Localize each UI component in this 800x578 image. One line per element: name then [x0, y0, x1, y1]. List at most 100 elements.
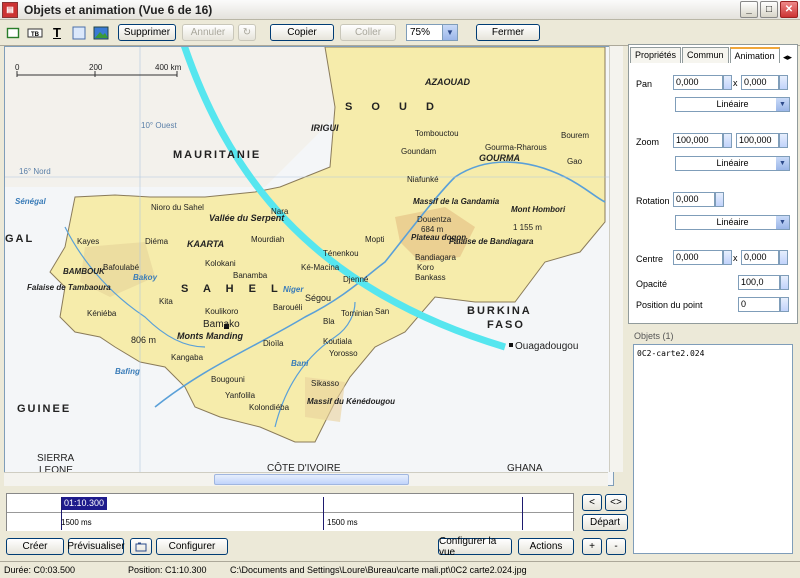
- image-tool-icon[interactable]: [92, 24, 110, 42]
- maximize-button[interactable]: □: [760, 1, 778, 18]
- zoom-value: 75%: [410, 27, 431, 38]
- place-yorosso: Yorosso: [329, 349, 358, 358]
- scrollbar-thumb[interactable]: [214, 474, 409, 485]
- redo-button[interactable]: ↻: [238, 24, 256, 41]
- place-kolondieba: Kolondiéba: [249, 403, 290, 412]
- tab-commun[interactable]: Commun: [682, 47, 729, 63]
- remove-button[interactable]: -: [606, 538, 626, 555]
- depart-button[interactable]: Départ: [582, 514, 628, 531]
- window-controls: _ □ ✕: [740, 1, 798, 18]
- frame-tool-icon[interactable]: [70, 24, 88, 42]
- place-mont-hombori: Mont Hombori: [511, 205, 566, 214]
- river-senegal: Sénégal: [15, 197, 46, 206]
- place-bougouni: Bougouni: [211, 375, 245, 384]
- configurer-button[interactable]: Configurer: [156, 538, 228, 555]
- zoom-select[interactable]: 75% ▼: [406, 24, 458, 41]
- rotation-spinner[interactable]: [715, 192, 724, 207]
- place-hombori-alt: 1 155 m: [513, 223, 542, 232]
- objects-list[interactable]: 0C2-carte2.024: [633, 344, 793, 554]
- place-bankass: Bankass: [415, 273, 446, 282]
- place-monts-manding: Monts Manding: [177, 331, 243, 341]
- rotation-field[interactable]: 0,000: [673, 192, 715, 207]
- refresh-icon: [135, 542, 147, 551]
- minimize-button[interactable]: _: [740, 1, 758, 18]
- fermer-button[interactable]: Fermer: [476, 24, 540, 41]
- timeline-prev-button[interactable]: <: [582, 494, 602, 511]
- zoom-x-spinner[interactable]: [723, 133, 732, 148]
- tab-animation[interactable]: Animation: [729, 47, 780, 63]
- chevron-down-icon[interactable]: ▼: [442, 25, 457, 40]
- list-item[interactable]: 0C2-carte2.024: [634, 345, 792, 358]
- place-djenne: Djenné: [343, 275, 369, 284]
- previsualiser-button[interactable]: Prévisualiser: [67, 538, 125, 555]
- chevron-down-icon[interactable]: ▼: [776, 216, 789, 229]
- rotation-mode-value: Linéaire: [716, 217, 749, 227]
- rotation-mode-select[interactable]: Linéaire ▼: [675, 215, 790, 230]
- coller-button[interactable]: Coller: [340, 24, 396, 41]
- place-koutiala: Koutiala: [323, 337, 352, 346]
- centre-times-label: x: [733, 253, 738, 263]
- position-point-field[interactable]: 0: [738, 297, 780, 312]
- opacite-field[interactable]: 100,0: [738, 275, 780, 290]
- actions-button[interactable]: Actions: [518, 538, 574, 555]
- chevron-down-icon[interactable]: ▼: [776, 157, 789, 170]
- longitude-label: 10° Ouest: [141, 121, 177, 130]
- place-yanfolila: Yanfolila: [225, 391, 256, 400]
- zoom-x-field[interactable]: 100,000: [673, 133, 723, 148]
- place-tenenkou: Ténenkou: [323, 249, 359, 258]
- timeline-marker-end[interactable]: [522, 497, 523, 530]
- supprimer-button[interactable]: Supprimer: [118, 24, 176, 41]
- chevron-down-icon[interactable]: ▼: [776, 98, 789, 111]
- rectangle-select-icon[interactable]: [4, 24, 22, 42]
- map-horizontal-scrollbar[interactable]: [4, 472, 608, 486]
- svg-text:TB: TB: [31, 32, 40, 38]
- zoom-y-field[interactable]: 100,000: [736, 133, 779, 148]
- map-vertical-scrollbar[interactable]: [609, 46, 623, 472]
- creer-button[interactable]: Créer: [6, 538, 64, 555]
- text-tool-icon[interactable]: T: [48, 24, 66, 42]
- region-soudan: S O U D: [345, 101, 442, 113]
- map-canvas[interactable]: 0 200 400 km 10° Ouest 16° Nord MAURITAN…: [4, 46, 614, 486]
- close-button[interactable]: ✕: [780, 1, 798, 18]
- timeline-next-button[interactable]: <>: [605, 494, 627, 511]
- window-title: Objets et animation (Vue 6 de 16): [24, 2, 213, 17]
- pan-x-spinner[interactable]: [723, 75, 732, 90]
- pan-y-field[interactable]: 0,000: [741, 75, 779, 90]
- place-alt-684: 684 m: [421, 225, 444, 234]
- text-frame-icon[interactable]: TB: [26, 24, 44, 42]
- tab-scroll-arrows[interactable]: ◂▸: [783, 52, 792, 63]
- pan-mode-select[interactable]: Linéaire ▼: [675, 97, 790, 112]
- zoom-y-spinner[interactable]: [779, 133, 788, 148]
- toolbar: TB T Supprimer Annuler ↻ Copier Coller 7…: [0, 20, 800, 46]
- centre-y-spinner[interactable]: [779, 250, 788, 265]
- pan-y-spinner[interactable]: [779, 75, 788, 90]
- place-gourma-rharous: Gourma-Rharous: [485, 143, 547, 152]
- region-sierra: SIERRA: [37, 453, 75, 464]
- refresh-button[interactable]: [130, 538, 152, 555]
- place-baroueli: Barouéli: [273, 303, 303, 312]
- zoom-mode-select[interactable]: Linéaire ▼: [675, 156, 790, 171]
- opacite-spinner[interactable]: [780, 275, 789, 290]
- centre-x-field[interactable]: 0,000: [673, 250, 723, 265]
- region-gal: GAL: [5, 233, 35, 245]
- place-koro: Koro: [417, 263, 434, 272]
- timeline[interactable]: 01:10.300 1500 ms 1500 ms: [6, 493, 574, 531]
- position-point-spinner[interactable]: [780, 297, 789, 312]
- place-kayes: Kayes: [77, 237, 100, 246]
- timeline-marker-mid[interactable]: [323, 497, 324, 530]
- place-nara: Nara: [271, 207, 289, 216]
- centre-y-field[interactable]: 0,000: [741, 250, 779, 265]
- pan-x-field[interactable]: 0,000: [673, 75, 723, 90]
- centre-x-spinner[interactable]: [723, 250, 732, 265]
- configurer-vue-button[interactable]: Configurer la vue: [438, 536, 512, 558]
- add-button[interactable]: +: [582, 538, 602, 555]
- place-falaise-tambaoura: Falaise de Tambaoura: [27, 283, 111, 292]
- annuler-button[interactable]: Annuler: [182, 24, 234, 41]
- place-falaise-bandiagara: Falaise de Bandiagara: [449, 237, 534, 246]
- place-goundam: Goundam: [401, 147, 437, 156]
- place-nioro: Nioro du Sahel: [151, 203, 204, 212]
- tab-proprietes[interactable]: Propriétés: [630, 47, 682, 63]
- timeline-label-2: 1500 ms: [327, 518, 358, 527]
- copier-button[interactable]: Copier: [270, 24, 334, 41]
- centre-label: Centre: [636, 254, 664, 264]
